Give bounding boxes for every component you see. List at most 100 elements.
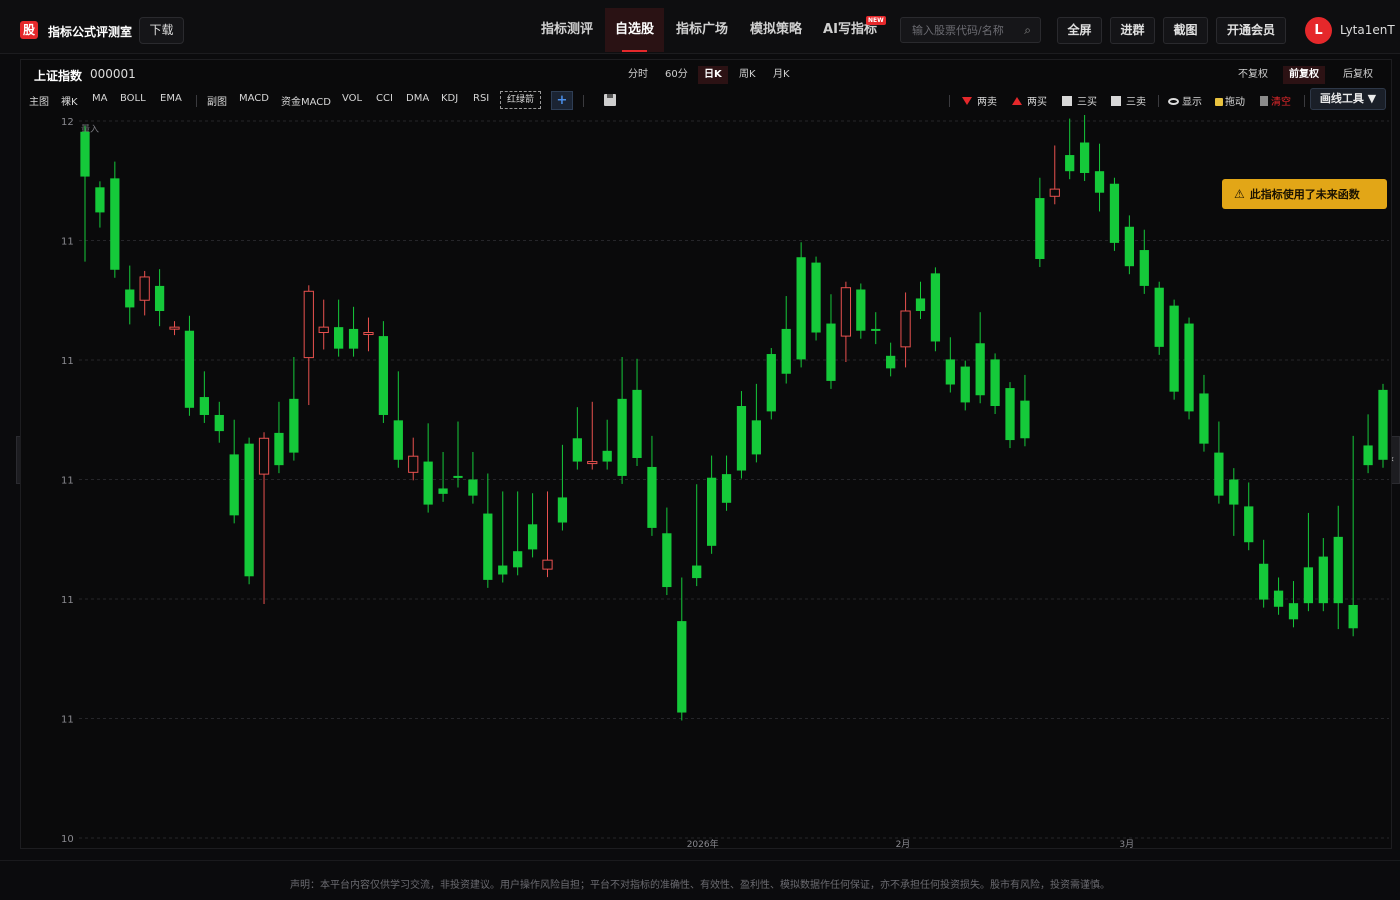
candle-body-down [557,497,568,523]
candle-body-down [95,187,105,213]
nav-zhibiao-guangchang[interactable]: 指标广场 [666,8,738,52]
candle-body-down [781,328,791,374]
candle-body-down [229,454,239,516]
eye-icon [1168,98,1179,105]
custom-indicator-hongluojian[interactable]: 红绿箭 [500,91,541,109]
candle-body-down [1079,142,1090,173]
nav-moni-celue[interactable]: 模拟策略 [740,8,812,52]
tool-three-sell[interactable]: 三卖 [1111,93,1146,108]
candle-body-down [423,461,433,505]
search-box[interactable]: ⌕ [900,17,1041,43]
y-tick-label: 11 [61,356,74,367]
footer: 声明：本平台内容仅供学习交流，非投资建议。用户操作风险自担；平台不对指标的准确性… [0,860,1400,900]
candle-body-up [840,287,852,337]
download-button[interactable]: 下载 [139,17,184,44]
line-chart-icon [1062,96,1072,106]
candle-body-down [1035,198,1045,260]
adjust-forward[interactable]: 前复权 [1283,66,1325,84]
chart-title-bar: 上证指数 000001 分时 60分 日K 周K 月K 不复权 前复权 后复权 [21,60,1391,88]
candle-body-up [363,332,374,336]
candle-body-down [990,359,1000,407]
candle-body-down [1094,171,1105,193]
join-group-button[interactable]: 进群 [1110,17,1155,44]
app-brand[interactable]: 指标公式评测室 [48,23,132,40]
candle-body-down [886,355,896,369]
indicator-kdj[interactable]: KDJ [441,93,458,104]
candle-body-down [811,262,821,333]
avatar[interactable]: L [1305,17,1332,44]
period-weekly[interactable]: 周K [733,66,762,84]
candle-body-down [1318,556,1328,604]
candle-body-down [513,551,523,568]
tool-two-buy[interactable]: 两买 [1012,93,1047,108]
tool-show[interactable]: 显示 [1168,93,1202,108]
tool-two-sell[interactable]: 两卖 [962,93,997,108]
sell-triangle-icon [962,97,972,105]
y-tick-label: 10 [61,834,74,845]
indicator-ma[interactable]: MA [92,93,107,104]
candle-body-down [1169,305,1179,392]
indicator-cci[interactable]: CCI [376,93,393,104]
nav-zixuangu[interactable]: 自选股 [605,8,664,52]
candle-body-down [1139,250,1149,286]
x-tick-label: 3月 [1119,839,1134,848]
candle-body-down [378,336,389,415]
y-tick-label: 11 [61,237,74,248]
screenshot-button[interactable]: 截图 [1163,17,1208,44]
candle-body-down [915,298,926,312]
kline-chart-area[interactable]: 12111111111110量入2026年2月3月4月 ⚠此指标使用了未来函数 [21,104,1393,850]
tool-drag-label: 拖动 [1225,97,1245,108]
tool-clear[interactable]: 清空 [1260,93,1291,108]
candle-body-down [334,327,344,349]
divider [1304,95,1305,107]
candle-body-down [453,475,463,478]
indicator-dma[interactable]: DMA [406,93,429,104]
nav-zhibiao-ceping[interactable]: 指标测评 [531,8,603,52]
candle-body-down [751,420,762,455]
candle-body-down [244,443,254,577]
indicator-macd[interactable]: MACD [239,93,269,104]
indicator-boll[interactable]: BOLL [120,93,146,104]
candle-body-down [289,398,299,453]
search-input[interactable] [901,18,1021,42]
warning-text: 此指标使用了未来函数 [1249,188,1360,201]
candle-body-down [110,178,120,270]
candle-body-down [1363,445,1373,466]
candle-body-down [826,323,836,381]
candle-body-up [318,326,329,334]
candle-body-down [199,397,209,415]
candle-body-down [80,131,90,177]
candle-body-down [677,621,687,713]
period-fenshi[interactable]: 分时 [622,66,654,84]
tool-drag[interactable]: 拖动 [1215,93,1245,108]
save-icon[interactable] [604,94,616,106]
candle-body-up [169,326,180,330]
candle-body-down [1184,323,1194,412]
indicator-sub[interactable]: 副图 [207,93,227,108]
indicator-main[interactable]: 主图 [29,93,49,108]
adjust-none[interactable]: 不复权 [1232,66,1274,84]
period-daily[interactable]: 日K [698,66,728,84]
indicator-vol[interactable]: VOL [342,93,362,104]
period-monthly[interactable]: 月K [767,66,796,84]
candle-body-down [945,359,955,385]
candle-body-down [1288,603,1299,620]
period-60min[interactable]: 60分 [659,66,694,84]
indicator-ema[interactable]: EMA [160,93,182,104]
x-tick-label: 2026年 [687,838,719,848]
kline-chart[interactable]: 12111111111110量入2026年2月3月4月 [21,104,1393,850]
draw-tools-button[interactable]: 画线工具 ▼ [1310,88,1386,110]
nav-ai-xie-zhibiao[interactable]: AI写指标 [814,8,886,52]
username[interactable]: Lyta1enT [1340,23,1395,37]
indicator-rsi[interactable]: RSI [473,93,489,104]
candle-body-down [602,450,612,462]
adjust-backward[interactable]: 后复权 [1337,66,1379,84]
tool-three-buy[interactable]: 三买 [1062,93,1097,108]
vip-button[interactable]: 开通会员 [1216,17,1286,44]
indicator-fund-macd[interactable]: 资金MACD [281,93,331,108]
search-icon[interactable]: ⌕ [1024,23,1031,38]
add-indicator-button[interactable]: + [551,91,573,110]
fullscreen-button[interactable]: 全屏 [1057,17,1102,44]
app-logo-icon[interactable]: 股 [20,21,38,39]
indicator-naked-k[interactable]: 裸K [61,93,78,108]
